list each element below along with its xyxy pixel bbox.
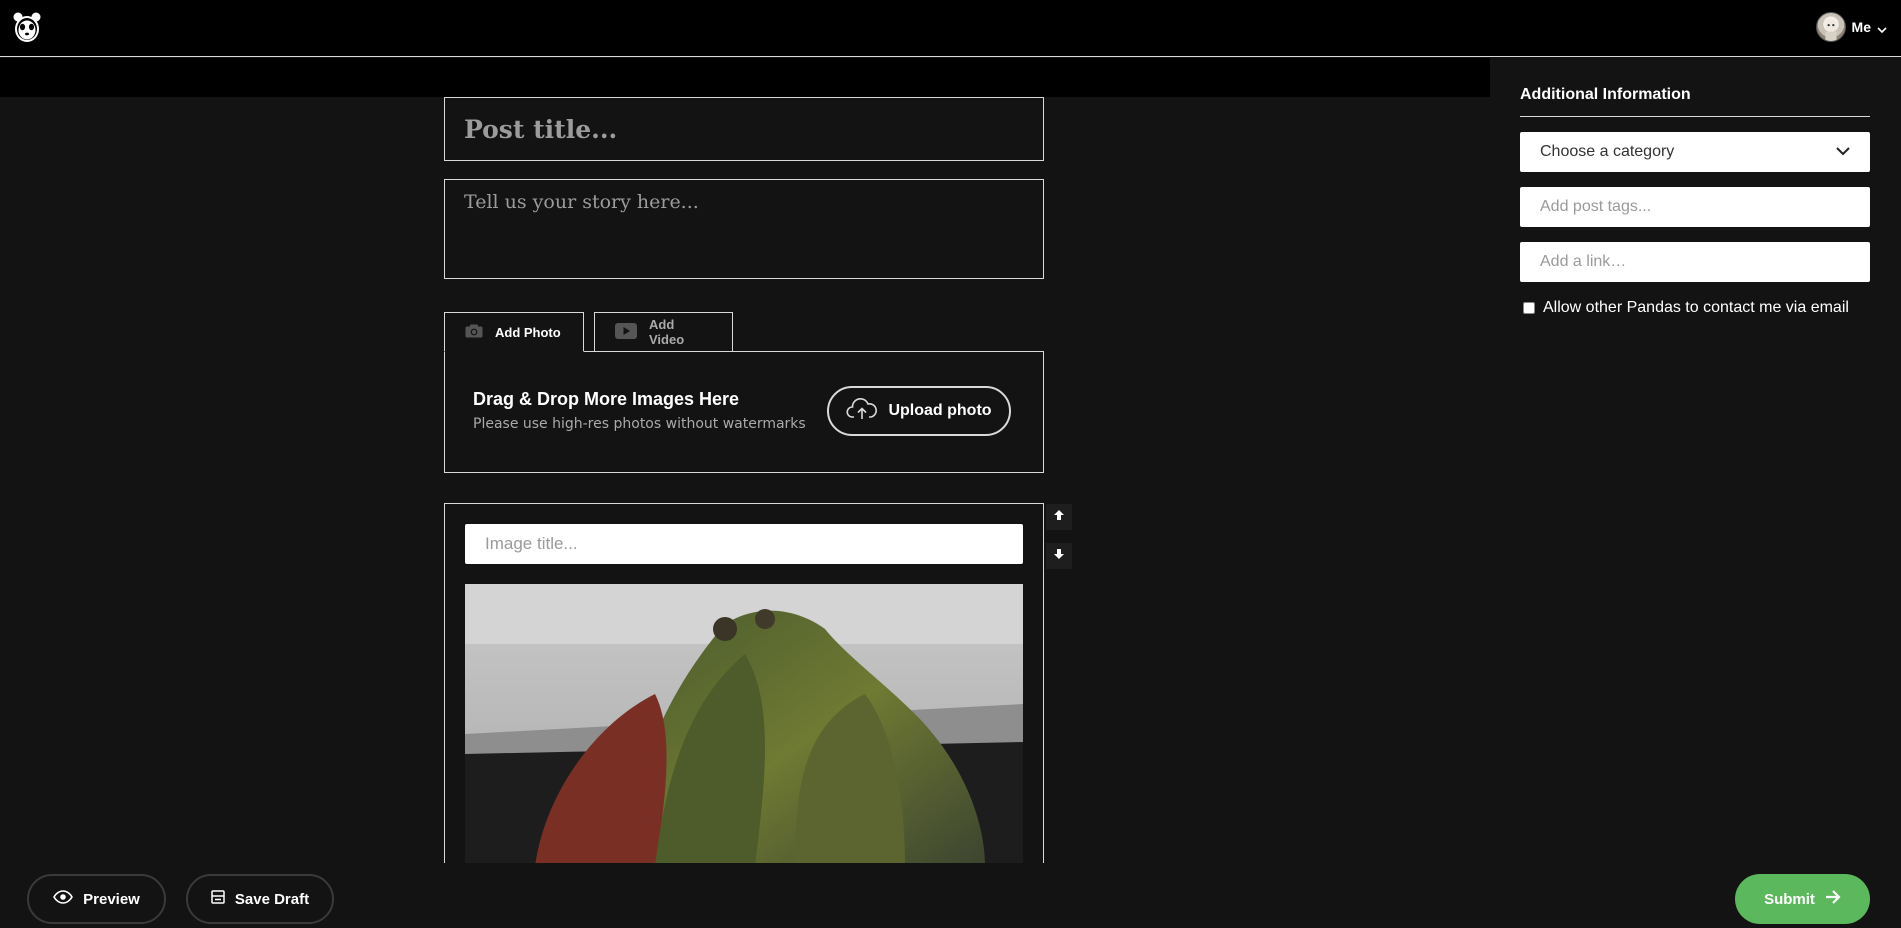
dropzone-title: Drag & Drop More Images Here [473,389,740,409]
chevron-down-icon [1836,143,1850,161]
additional-info-sidebar: Additional Information Choose a category… [1490,58,1901,928]
submit-button[interactable]: Submit [1735,874,1870,924]
eye-icon [53,890,74,908]
sidebar-divider [1520,116,1870,117]
uploaded-photo [465,584,1023,863]
sidebar-title: Additional Information [1520,86,1691,103]
contact-checkbox-label: Allow other Pandas to contact me via ema… [1543,299,1849,316]
category-select[interactable]: Choose a category [1520,132,1870,172]
tab-add-photo[interactable]: Add Photo [444,312,584,352]
contact-checkbox[interactable] [1523,302,1535,314]
post-title-input[interactable]: Post title... [444,97,1044,161]
preview-label: Preview [83,890,140,908]
user-menu[interactable]: Me [1815,12,1887,42]
arrow-right-icon [1825,890,1841,908]
tab-add-video-label: Add Video [649,317,685,347]
tab-add-video[interactable]: Add Video [594,312,733,352]
upload-photo-button[interactable]: Upload photo [827,386,1011,436]
submit-label: Submit [1764,890,1815,908]
cloud-upload-icon [846,397,878,426]
move-up-button[interactable] [1046,504,1072,530]
arrow-up-icon [1053,508,1065,526]
story-textarea[interactable]: Tell us your story here... [444,179,1044,279]
panda-logo-icon[interactable] [12,11,42,44]
category-select-value: Choose a category [1540,143,1675,160]
post-tags-input[interactable]: Add post tags... [1520,187,1870,227]
contact-checkbox-row[interactable]: Allow other Pandas to contact me via ema… [1523,299,1849,317]
image-title-input[interactable]: Image title... [465,524,1023,564]
header-strip [0,58,1490,97]
video-play-icon [615,322,637,342]
image-card: Image title... [444,503,1044,863]
user-menu-label: Me [1851,19,1871,35]
upload-photo-label: Upload photo [888,402,992,419]
chevron-down-icon [1877,22,1887,34]
dropzone-subtitle: Please use high-res photos without water… [473,416,806,432]
tab-add-photo-label: Add Photo [495,324,561,340]
save-icon [211,890,225,908]
arrow-down-icon [1053,547,1065,565]
link-input[interactable]: Add a link… [1520,242,1870,282]
move-down-button[interactable] [1046,543,1072,569]
preview-button[interactable]: Preview [27,874,166,924]
camera-icon [465,324,483,341]
top-header: Me [0,0,1901,57]
photo-dropzone[interactable]: Drag & Drop More Images Here Please use … [444,351,1044,473]
save-draft-button[interactable]: Save Draft [186,874,334,924]
save-draft-label: Save Draft [234,890,310,908]
avatar [1815,12,1846,42]
